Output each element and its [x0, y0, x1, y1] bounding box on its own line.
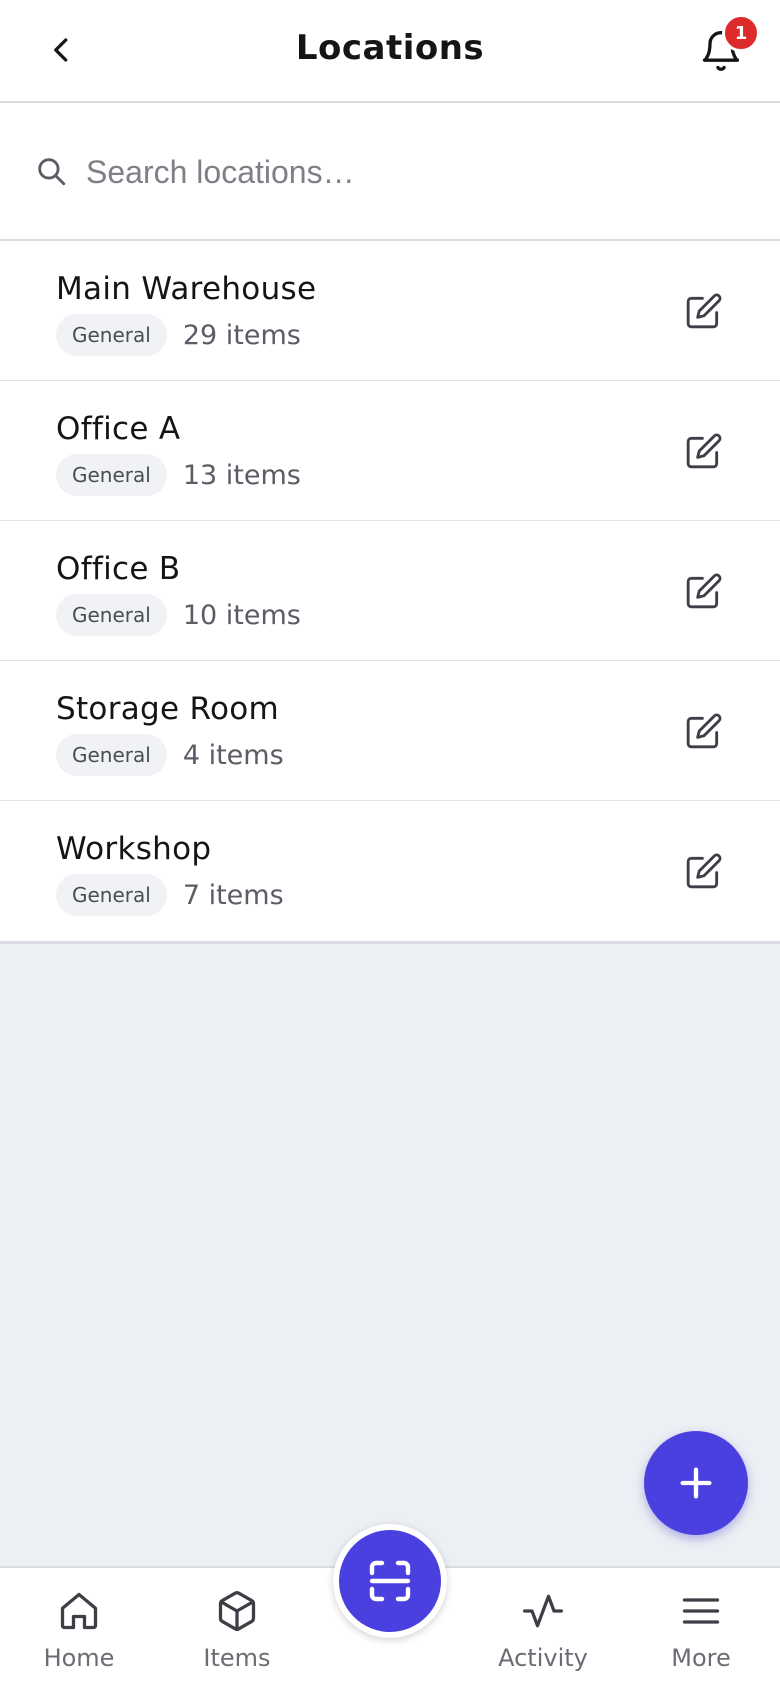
location-name: Main Warehouse — [56, 271, 317, 307]
search-input[interactable] — [86, 142, 726, 202]
nav-home[interactable]: Home — [19, 1568, 139, 1688]
nav-items[interactable]: Items — [177, 1568, 297, 1688]
category-tag: General — [56, 594, 167, 636]
location-row[interactable]: Storage Room General 4 items — [0, 661, 780, 801]
item-count: 29 items — [182, 319, 301, 351]
edit-button[interactable] — [680, 707, 728, 755]
location-meta: General 10 items — [56, 594, 301, 636]
location-meta: General 13 items — [56, 454, 301, 496]
edit-button[interactable] — [680, 847, 728, 895]
menu-icon — [682, 1598, 720, 1624]
page-title: Locations — [295, 28, 485, 68]
location-name: Storage Room — [56, 691, 280, 727]
nav-home-label: Home — [43, 1644, 115, 1672]
nav-more-label: More — [671, 1644, 731, 1672]
nav-more[interactable]: More — [641, 1568, 761, 1688]
item-count: 4 items — [182, 739, 284, 771]
scan-button[interactable] — [333, 1524, 447, 1638]
item-count: 10 items — [182, 599, 301, 631]
nav-items-label: Items — [203, 1644, 271, 1672]
category-tag: General — [56, 874, 167, 916]
add-location-button[interactable] — [644, 1431, 748, 1535]
scan-icon — [369, 1560, 411, 1602]
location-meta: General 7 items — [56, 874, 284, 916]
category-tag: General — [56, 454, 167, 496]
location-meta: General 4 items — [56, 734, 284, 776]
app-header: Locations 1 — [0, 0, 780, 103]
location-meta: General 29 items — [56, 314, 301, 356]
category-tag: General — [56, 314, 167, 356]
box-icon — [218, 1591, 256, 1631]
edit-icon — [686, 573, 722, 609]
category-tag: General — [56, 734, 167, 776]
search-icon — [38, 158, 66, 186]
edit-button[interactable] — [680, 567, 728, 615]
location-name: Workshop — [56, 831, 212, 867]
location-list: Main Warehouse General 29 items Office A… — [0, 241, 780, 944]
location-name: Office B — [56, 551, 181, 587]
edit-button[interactable] — [680, 427, 728, 475]
location-row[interactable]: Workshop General 7 items — [0, 801, 780, 941]
edit-icon — [686, 293, 722, 329]
plus-icon — [680, 1467, 712, 1499]
nav-activity-label: Activity — [498, 1644, 588, 1672]
location-row[interactable]: Office A General 13 items — [0, 381, 780, 521]
location-name: Office A — [56, 411, 181, 447]
edit-icon — [686, 853, 722, 889]
activity-icon — [523, 1594, 563, 1628]
home-icon — [60, 1592, 98, 1630]
nav-activity[interactable]: Activity — [483, 1568, 603, 1688]
edit-button[interactable] — [680, 287, 728, 335]
location-row[interactable]: Office B General 10 items — [0, 521, 780, 661]
edit-icon — [686, 713, 722, 749]
item-count: 7 items — [182, 879, 284, 911]
notification-badge: 1 — [722, 14, 760, 52]
edit-icon — [686, 433, 722, 469]
location-row[interactable]: Main Warehouse General 29 items — [0, 241, 780, 381]
item-count: 13 items — [182, 459, 301, 491]
